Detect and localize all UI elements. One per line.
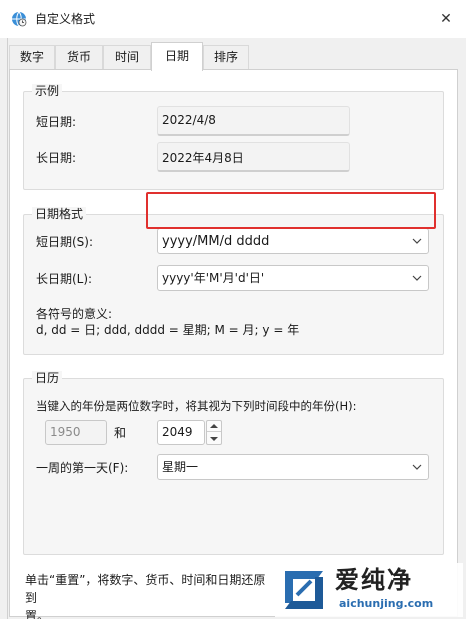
tab-sort[interactable]: 排序 <box>203 45 249 70</box>
symbol-legend-title: 各符号的意义: <box>36 307 113 321</box>
title-bar: 自定义格式 ✕ <box>0 0 466 38</box>
spin-up-button[interactable] <box>207 421 221 432</box>
symbol-legend-text: d, dd = 日; ddd, dddd = 星期; M = 月; y = 年 <box>36 323 300 337</box>
first-day-combo[interactable]: 星期一 <box>157 454 429 480</box>
reset-hint: 单击“重置”，将数字、货币、时间和日期还原到 置。 <box>25 571 275 619</box>
tab-time[interactable]: 时间 <box>103 45 151 70</box>
watermark-url: aichunjing.com <box>339 597 434 610</box>
two-digit-year-label: 当键入的年份是两位数字时，将其视为下列时间段中的年份(H): <box>36 399 357 413</box>
reset-hint-line-1: 单击“重置”，将数字、货币、时间和日期还原到 <box>25 573 266 605</box>
short-date-format-value: yyyy/MM/d dddd <box>162 234 270 249</box>
long-date-example-value: 2022年4月8日 <box>157 142 350 172</box>
window-edge <box>0 38 8 619</box>
and-label: 和 <box>114 426 127 440</box>
example-group-title: 示例 <box>32 84 63 98</box>
watermark: 爱纯净 aichunjing.com <box>275 563 463 617</box>
first-day-value: 星期一 <box>162 460 199 474</box>
first-day-label: 一周的第一天(F): <box>36 461 129 475</box>
tab-currency[interactable]: 货币 <box>55 45 103 70</box>
globe-clock-icon <box>12 11 27 27</box>
short-date-example-label: 短日期: <box>36 115 77 129</box>
tab-strip: 数字 货币 时间 日期 排序 <box>9 42 449 71</box>
watermark-logo-icon <box>285 571 323 609</box>
short-date-example-value: 2022/4/8 <box>157 106 350 136</box>
chevron-down-icon[interactable] <box>412 462 422 472</box>
window-title: 自定义格式 <box>35 12 96 26</box>
close-icon: ✕ <box>440 11 452 27</box>
tab-number[interactable]: 数字 <box>9 45 55 70</box>
caret-up-icon <box>210 424 218 428</box>
long-date-format-value: yyyy'年'M'月'd'日' <box>162 271 265 285</box>
short-date-format-combo[interactable]: yyyy/MM/d dddd <box>157 228 429 254</box>
watermark-title: 爱纯净 <box>335 566 413 594</box>
caret-down-icon <box>210 436 218 441</box>
chevron-down-icon[interactable] <box>412 236 422 246</box>
year-spinner[interactable] <box>206 420 222 445</box>
spin-down-button[interactable] <box>207 433 221 444</box>
calendar-group-title: 日历 <box>32 371 63 385</box>
close-button[interactable]: ✕ <box>432 6 460 32</box>
reset-hint-line-2: 置。 <box>25 609 50 619</box>
chevron-down-icon[interactable] <box>412 273 422 283</box>
year-to-field[interactable]: 2049 <box>157 420 205 445</box>
date-format-group-title: 日期格式 <box>32 207 87 221</box>
long-date-example-label: 长日期: <box>36 151 77 165</box>
tab-date[interactable]: 日期 <box>151 42 203 71</box>
long-date-format-combo[interactable]: yyyy'年'M'月'd'日' <box>157 265 429 291</box>
long-date-format-label: 长日期(L): <box>36 272 93 286</box>
year-from-field: 1950 <box>45 420 107 445</box>
short-date-format-label: 短日期(S): <box>36 235 94 249</box>
